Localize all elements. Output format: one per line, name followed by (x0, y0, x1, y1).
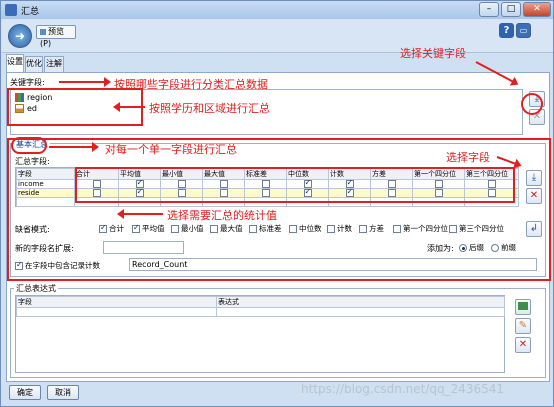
tab-settings[interactable]: 设置 (6, 54, 24, 72)
annotation-select-key-field: 选择关键字段 (400, 47, 466, 60)
add-expression-button[interactable] (515, 299, 531, 315)
table-cell[interactable] (216, 307, 505, 317)
watermark: https://blog.csdn.net/qq_2436541 (301, 382, 505, 396)
close-button[interactable]: ✕ (523, 2, 551, 17)
preview-button[interactable]: 预览(P) (36, 25, 76, 48)
annotation-group-by-fields: 按照哪些字段进行分类汇总数据 (114, 78, 268, 91)
maximize-button[interactable]: □ (501, 2, 521, 17)
arrow (59, 77, 111, 87)
title-bar: 汇总 – □ ✕ (1, 1, 553, 19)
tab-annotations[interactable]: 注解 (44, 56, 64, 72)
basic-aggregation-title-highlight (11, 137, 47, 154)
help-icon[interactable]: ? (499, 23, 514, 38)
arrow (119, 213, 163, 215)
tab-optimize[interactable]: 优化 (25, 56, 43, 72)
arrow (49, 142, 99, 152)
aggregate-dialog: 汇总 – □ ✕ ➜ 预览(P) ? ▭ 设置 优化 注解 关键字段: regi… (0, 0, 554, 407)
column-header[interactable]: 表达式 (216, 296, 505, 308)
key-field-button-highlight (521, 93, 543, 115)
edit-expression-button[interactable]: ✎ (515, 318, 531, 334)
toolbar: ➜ 预览(P) ? ▭ (2, 19, 553, 53)
minimize-button[interactable]: – (479, 2, 499, 17)
column-header[interactable]: 字段 (16, 296, 217, 308)
calculator-icon (518, 302, 528, 310)
cancel-button[interactable]: 取消 (47, 385, 79, 400)
ok-button[interactable]: 确定 (9, 385, 41, 400)
arrow (115, 106, 145, 108)
aggregation-expressions-title: 汇总表达式 (14, 283, 58, 294)
run-icon[interactable]: ➜ (8, 24, 32, 48)
delete-expression-button[interactable]: ✕ (515, 337, 531, 353)
app-icon (5, 4, 17, 16)
key-fields-label: 关键字段: (10, 78, 45, 87)
annotation-select-field: 选择字段 (446, 151, 490, 164)
table-cell[interactable] (16, 307, 217, 317)
delete-icon: ✕ (518, 339, 528, 350)
maximize-panel-icon[interactable]: ▭ (516, 23, 531, 38)
annotation-group-by-education-region: 按照学历和区域进行汇总 (149, 102, 270, 115)
edit-icon: ✎ (518, 320, 528, 331)
expressions-table: 字段 表达式 (16, 296, 505, 317)
expressions-table-wrap: 字段 表达式 (15, 295, 505, 373)
annotation-summarize-each-field: 对每一个单一字段进行汇总 (105, 143, 237, 156)
annotation-select-statistics: 选择需要汇总的统计值 (167, 209, 277, 222)
window-title: 汇总 (21, 7, 40, 17)
preview-icon (40, 28, 46, 35)
statistics-columns-highlight (75, 167, 515, 203)
